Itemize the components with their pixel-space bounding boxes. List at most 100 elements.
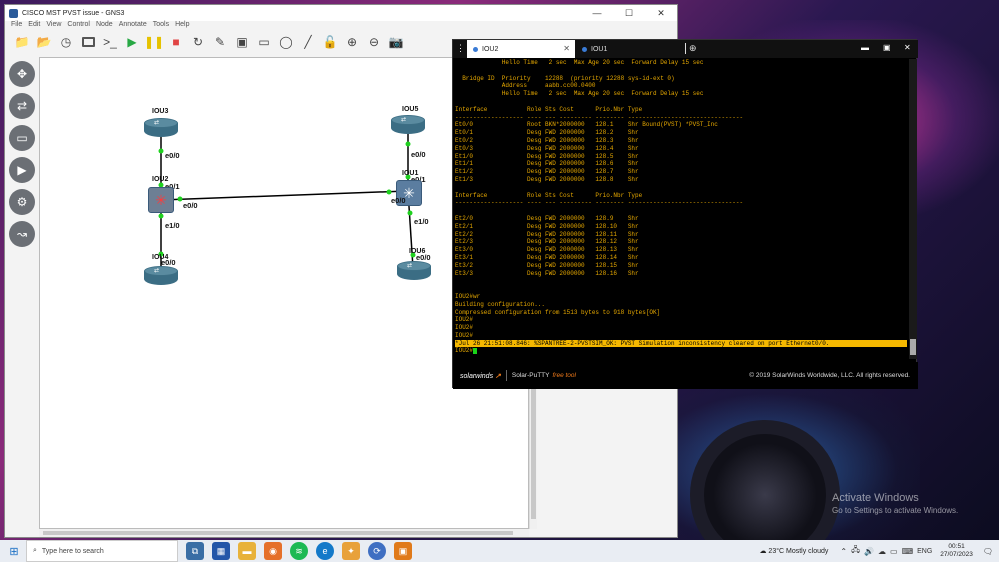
link-status-dot <box>405 141 411 147</box>
terminal-tabbar: ⋮ IOU2 ✕ IOU1 ⊕ ▬ ▣ ✕ <box>453 40 918 58</box>
terminal-line: Et2/2 Desg FWD 2000000 128.11 Shr <box>455 230 639 238</box>
connection-status-icon <box>473 46 478 52</box>
terminal-line: Et3/2 Desg FWD 2000000 128.15 Shr <box>455 261 639 269</box>
terminal-line: Et2/0 Desg FWD 2000000 128.9 Shr <box>455 214 639 222</box>
language-indicator[interactable]: ENG <box>917 548 932 555</box>
close-button[interactable]: ✕ <box>645 8 677 19</box>
screenshot-icon[interactable]: 📷 <box>387 33 405 51</box>
menu-view[interactable]: View <box>46 21 61 31</box>
clock-icon[interactable]: ◷ <box>57 33 75 51</box>
keyboard-icon[interactable]: ⌨ <box>902 547 914 556</box>
menu-help[interactable]: Help <box>175 21 189 31</box>
port-label: e1/0 <box>414 217 429 226</box>
show-interface-labels-icon[interactable] <box>79 33 97 51</box>
terminal-line: Et0/3 Desg FWD 2000000 128.4 Shr <box>455 144 639 152</box>
draw-line-icon[interactable]: ╱ <box>299 33 317 51</box>
close-icon[interactable]: ✕ <box>904 43 911 52</box>
insert-picture-icon[interactable]: ▣ <box>233 33 251 51</box>
zoom-in-icon[interactable]: ⊕ <box>343 33 361 51</box>
menu-control[interactable]: Control <box>67 21 90 31</box>
draw-rectangle-icon[interactable]: ▭ <box>255 33 273 51</box>
solar-putty-window: ⋮ IOU2 ✕ IOU1 ⊕ ▬ ▣ ✕ Hello Time 2 sec M… <box>452 39 918 389</box>
gns3-app-icon <box>9 8 18 18</box>
iou4-router-icon[interactable]: ⇄ <box>144 266 178 286</box>
new-tab-icon[interactable]: ⊕ <box>689 43 697 54</box>
device-sidebar: ✥ ⇄ ▭ ▶ ⚙ ↝ <box>5 55 39 531</box>
port-label: e0/0 <box>165 151 180 160</box>
chevron-up-icon[interactable]: ⌃ <box>840 547 847 556</box>
minimize-button[interactable]: — <box>581 8 613 18</box>
weather-widget[interactable]: ☁ 23°C Mostly cloudy <box>759 547 828 555</box>
switches-icon[interactable]: ⇄ <box>9 93 35 119</box>
menu-tools[interactable]: Tools <box>153 21 169 31</box>
tab-iou2[interactable]: IOU2 ✕ <box>467 40 575 58</box>
draw-ellipse-icon[interactable]: ◯ <box>277 33 295 51</box>
terminal-line: Compressed configuration from 1513 bytes… <box>455 308 661 316</box>
menu-annotate[interactable]: Annotate <box>119 21 147 31</box>
sticky-app-icon[interactable]: ✦ <box>342 542 360 560</box>
console-icon[interactable]: >_ <box>101 33 119 51</box>
terminal-line: Hello Time 2 sec Max Age 20 sec Forward … <box>455 90 704 98</box>
battery-icon[interactable]: ▭ <box>890 547 898 556</box>
blender-icon[interactable]: ◉ <box>264 542 282 560</box>
add-note-icon[interactable]: ✎ <box>211 33 229 51</box>
security-devices-icon[interactable]: ▶ <box>9 157 35 183</box>
terminal-line: Interface Role Sts Cost Prio.Nbr Type <box>455 105 643 113</box>
taskbar-search[interactable]: ⌕ Type here to search <box>26 540 178 562</box>
spotify-icon[interactable]: ≋ <box>290 542 308 560</box>
onedrive-icon[interactable]: ☁ <box>878 547 886 556</box>
network-icon[interactable]: 🖧 <box>851 544 860 558</box>
store-icon[interactable]: ▦ <box>212 542 230 560</box>
stop-icon[interactable]: ■ <box>167 33 185 51</box>
lock-icon[interactable]: 🔓 <box>321 33 339 51</box>
link-status-dot <box>158 148 164 154</box>
terminal-scrollbar[interactable] <box>909 59 917 359</box>
maximize-button[interactable]: ☐ <box>613 8 645 19</box>
taskbar: ⊞ ⌕ Type here to search ⧉ ▦ ▬ ◉ ≋ e ✦ ⟳ … <box>0 540 999 562</box>
tab-iou1[interactable]: IOU1 <box>576 40 686 58</box>
iou6-router-icon[interactable]: ⇄ <box>397 261 431 281</box>
iou3-router-icon[interactable]: ⇄ <box>144 118 178 138</box>
routers-icon[interactable]: ✥ <box>9 61 35 87</box>
task-view-icon[interactable]: ⧉ <box>186 542 204 560</box>
add-link-icon[interactable]: ↝ <box>9 221 35 247</box>
port-label: e0/0 <box>183 201 198 210</box>
weather-icon: ☁ <box>759 548 767 555</box>
zoom-out-icon[interactable]: ⊖ <box>365 33 383 51</box>
hamburger-menu-icon[interactable]: ⋮ <box>456 43 465 54</box>
notifications-icon[interactable]: 🗨 <box>983 547 993 556</box>
link-status-dot <box>177 196 183 202</box>
close-tab-icon[interactable]: ✕ <box>563 44 570 53</box>
link-status-dot <box>407 210 413 216</box>
volume-icon[interactable]: 🔊 <box>864 547 874 556</box>
start-icon[interactable]: ▶ <box>123 33 141 51</box>
terminal-line: Interface Role Sts Cost Prio.Nbr Type <box>455 191 643 199</box>
minimize-icon[interactable]: ▬ <box>861 43 869 52</box>
menu-node[interactable]: Node <box>96 21 113 31</box>
system-tray: ⌃ 🖧 🔊 ☁ ▭ ⌨ ENG <box>838 544 934 558</box>
file-explorer-icon[interactable]: ▬ <box>238 542 256 560</box>
maximize-icon[interactable]: ▣ <box>883 43 891 52</box>
solar-putty-taskbar-icon[interactable]: ▣ <box>394 542 412 560</box>
link-status-dot <box>386 189 392 195</box>
iou2-switch-icon[interactable]: ✳ <box>148 187 174 213</box>
open-project-folder-icon[interactable]: 📂 <box>35 33 53 51</box>
new-project-folder-icon[interactable]: 📁 <box>13 33 31 51</box>
all-devices-icon[interactable]: ⚙ <box>9 189 35 215</box>
clock[interactable]: 00:51 27/07/2023 <box>940 543 973 559</box>
edge-icon[interactable]: e <box>316 542 334 560</box>
menu-file[interactable]: File <box>11 21 22 31</box>
gns3-taskbar-icon[interactable]: ⟳ <box>368 542 386 560</box>
menu-edit[interactable]: Edit <box>28 21 40 31</box>
canvas-horizontal-scrollbar[interactable] <box>39 529 529 537</box>
reload-icon[interactable]: ↻ <box>189 33 207 51</box>
windows-start-icon[interactable]: ⊞ <box>2 545 26 558</box>
iou5-router-icon[interactable]: ⇄ <box>391 115 425 135</box>
terminal-line: Et2/1 Desg FWD 2000000 128.10 Shr <box>455 222 639 230</box>
end-devices-icon[interactable]: ▭ <box>9 125 35 151</box>
terminal-output[interactable]: Hello Time 2 sec Max Age 20 sec Forward … <box>453 59 908 359</box>
suspend-icon[interactable]: ❚❚ <box>144 33 164 51</box>
iou5-label: IOU5 <box>402 106 419 113</box>
